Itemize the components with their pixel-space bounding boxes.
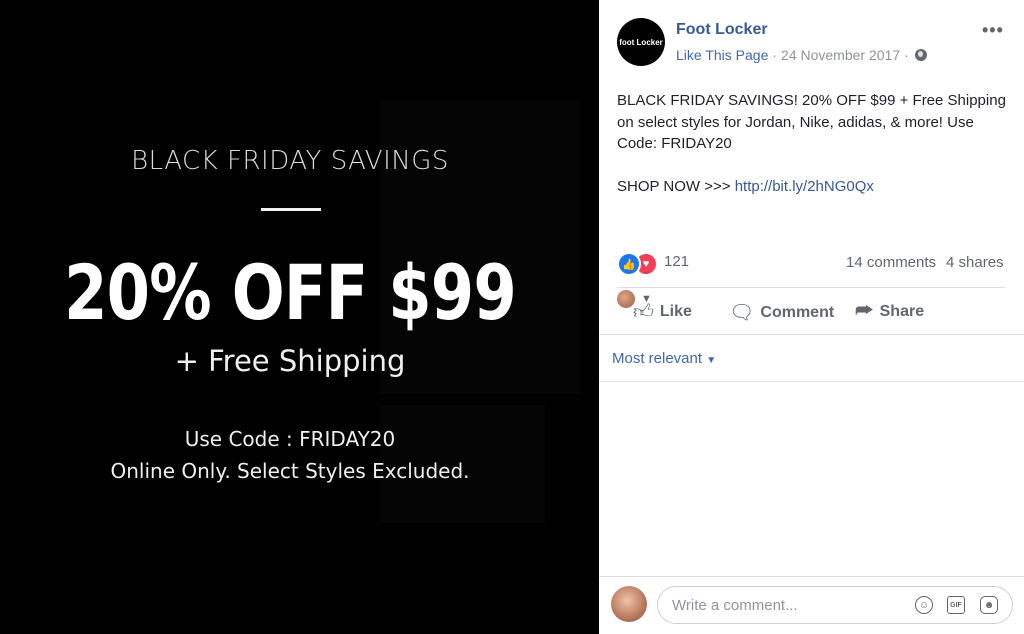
comment-input[interactable]: Write a comment... xyxy=(672,597,798,614)
meta-separator: · xyxy=(904,47,909,63)
ad-online-only: Online Only. Select Styles Excluded. xyxy=(110,459,470,483)
comment-button[interactable]: 🗨︎ Comment xyxy=(729,300,834,325)
divider xyxy=(617,287,1005,288)
like-label: Like xyxy=(659,303,692,320)
share-button[interactable]: ⮫ Share xyxy=(855,300,924,323)
shop-now-text: SHOP NOW >>> xyxy=(617,177,731,195)
chevron-down-icon: ▼ xyxy=(706,355,717,366)
comment-label: Comment xyxy=(760,303,835,321)
reactions-row: 👍 ♥ 121 14 comments 4 shares xyxy=(617,250,1005,276)
avatar-logo-text: foot Locker xyxy=(619,37,663,47)
post-panel: foot Locker Foot Locker Like This Page ·… xyxy=(599,0,1024,634)
ad-divider xyxy=(261,208,321,211)
comment-sort-dropdown[interactable]: Most relevant ▼ xyxy=(612,350,716,367)
gif-icon[interactable]: GIF xyxy=(947,596,965,614)
thumbs-up-icon[interactable]: 👍 xyxy=(617,252,641,276)
share-label: Share xyxy=(879,302,925,320)
comments-count[interactable]: 14 comments xyxy=(846,254,936,271)
post-date[interactable]: 24 November 2017 xyxy=(781,47,900,63)
sticker-icon[interactable]: ☻ xyxy=(980,596,998,614)
page-avatar[interactable]: foot Locker xyxy=(617,18,665,66)
shop-now-line: SHOP NOW >>> http://bit.ly/2hNG0Qx xyxy=(617,176,1012,198)
divider xyxy=(599,576,1024,577)
shares-count[interactable]: 4 shares xyxy=(946,254,1004,271)
like-page-link[interactable]: Like This Page xyxy=(676,47,768,63)
reaction-count[interactable]: 121 xyxy=(664,253,689,270)
comment-bubble-icon: 🗨︎ xyxy=(729,302,755,324)
like-button[interactable]: 👍︎ Like xyxy=(633,300,692,324)
page-name[interactable]: Foot Locker xyxy=(676,21,768,39)
post-link[interactable]: http://bit.ly/2hNG0Qx xyxy=(735,178,874,195)
ad-discount: 20% OFF $99 xyxy=(64,248,517,337)
ad-code: Use Code : FRIDAY20 xyxy=(184,427,396,451)
thumbs-up-outline-icon: 👍︎ xyxy=(633,301,654,323)
post-text: BLACK FRIDAY SAVINGS! 20% OFF $99 + Free… xyxy=(617,92,1006,152)
post-meta: Like This Page · 24 November 2017 · xyxy=(676,47,927,63)
comment-composer[interactable]: Write a comment... ☺ GIF ☻ xyxy=(657,586,1013,624)
post-body: BLACK FRIDAY SAVINGS! 20% OFF $99 + Free… xyxy=(617,90,1012,197)
post-actions: 👍︎ Like 🗨︎ Comment ⮫ Share ▼ xyxy=(617,290,1005,330)
ad-shipping: + Free Shipping xyxy=(174,344,406,378)
meta-separator: · xyxy=(772,47,778,63)
share-arrow-icon: ⮫ xyxy=(855,300,874,322)
divider xyxy=(599,334,1024,335)
ad-title: BLACK FRIDAY SAVINGS xyxy=(131,146,449,176)
emoji-icon[interactable]: ☺ xyxy=(915,596,933,614)
comment-sort-label: Most relevant xyxy=(612,350,703,367)
globe-icon xyxy=(914,49,927,61)
ad-image[interactable]: BLACK FRIDAY SAVINGS 20% OFF $99 + Free … xyxy=(0,0,599,634)
more-options-icon[interactable]: ••• xyxy=(982,20,1004,41)
commenter-avatar[interactable] xyxy=(611,586,647,622)
divider xyxy=(599,381,1024,382)
